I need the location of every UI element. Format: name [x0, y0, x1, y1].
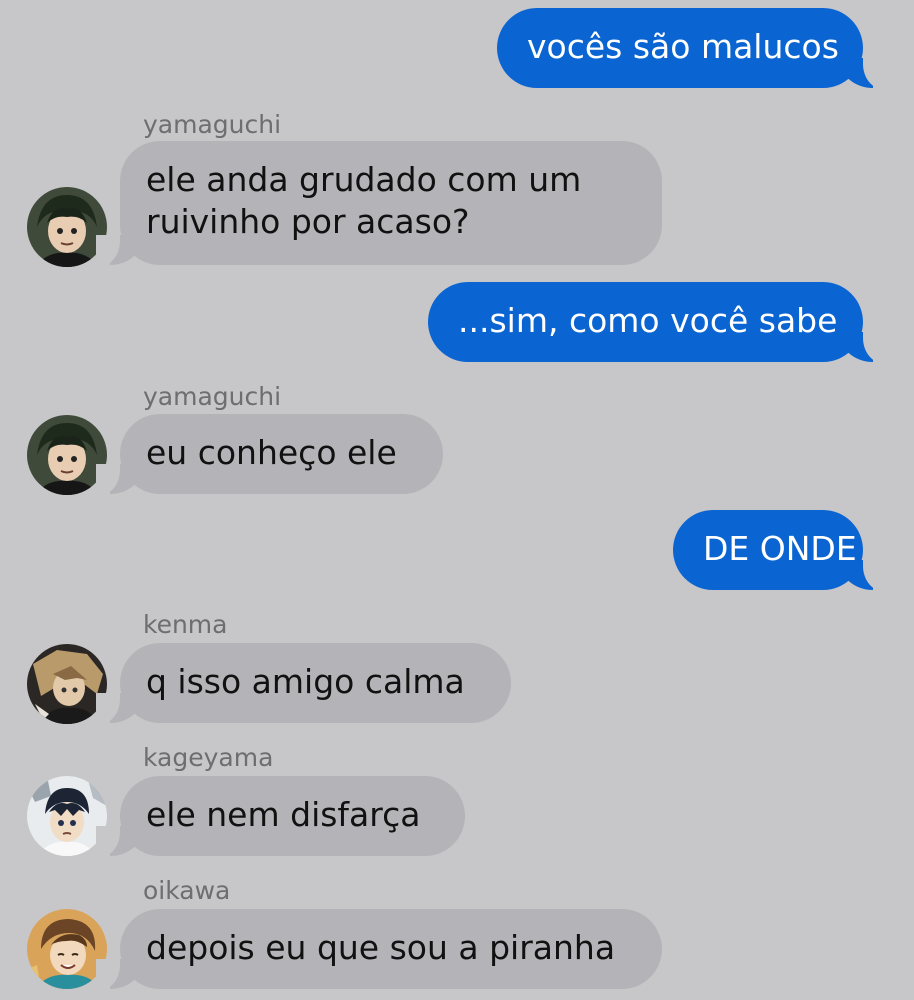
- incoming-message-bubble[interactable]: depois eu que sou a piranha: [96, 909, 662, 991]
- incoming-message-bubble[interactable]: ele anda grudado com um ruivinho por aca…: [96, 141, 662, 267]
- oikawa-avatar[interactable]: [27, 909, 107, 989]
- kenma-avatar[interactable]: [27, 644, 107, 724]
- incoming-message-bubble[interactable]: eu conheço ele: [96, 414, 443, 496]
- kageyama-avatar[interactable]: [27, 776, 107, 856]
- yamaguchi-avatar[interactable]: [27, 415, 107, 495]
- sender-name: kageyama: [143, 743, 274, 772]
- yamaguchi-avatar[interactable]: [27, 187, 107, 267]
- incoming-message-bubble[interactable]: q isso amigo calma: [96, 643, 511, 725]
- outgoing-message-bubble[interactable]: DE ONDE: [673, 510, 887, 592]
- sender-name: kenma: [143, 610, 228, 639]
- message-text: eu conheço ele: [146, 433, 397, 472]
- sender-name: yamaguchi: [143, 110, 282, 139]
- message-text: q isso amigo calma: [146, 662, 465, 701]
- sender-name: oikawa: [143, 876, 231, 905]
- message-text: DE ONDE: [703, 529, 857, 568]
- message-text: ...sim, como você sabe: [458, 301, 838, 340]
- outgoing-message-bubble[interactable]: vocês são malucos: [497, 8, 887, 90]
- message-text: depois eu que sou a piranha: [146, 928, 616, 967]
- sender-name: yamaguchi: [143, 382, 282, 411]
- message-text-line-1: ele anda grudado com um: [146, 160, 582, 199]
- message-text: ele nem disfarça: [146, 795, 421, 834]
- incoming-message-bubble[interactable]: ele nem disfarça: [96, 776, 465, 858]
- message-text-line-2: ruivinho por acaso?: [146, 202, 470, 241]
- message-text: vocês são malucos: [527, 27, 839, 66]
- outgoing-message-bubble[interactable]: ...sim, como você sabe: [428, 282, 887, 364]
